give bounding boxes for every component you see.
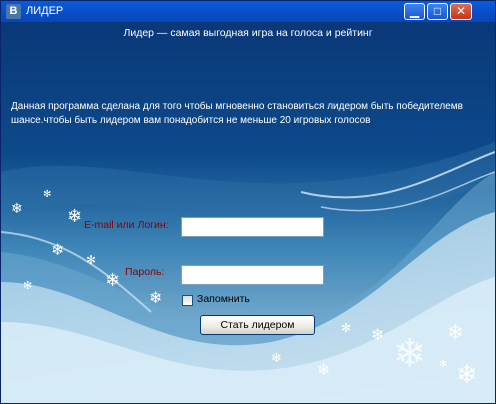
snowflake-icon: ❄ <box>271 351 282 366</box>
snowflake-icon: ❄ <box>371 325 385 344</box>
maximize-button[interactable]: □ <box>427 3 448 20</box>
app-window: В ЛИДЕР ▁ □ ✕ Лидер — самая выгодная игр… <box>0 0 496 404</box>
snowflake-icon: ❄ <box>105 270 121 291</box>
close-button[interactable]: ✕ <box>450 3 472 20</box>
snowflake-icon: ❄ <box>149 288 163 307</box>
password-label: Пароль: <box>125 266 165 278</box>
minimize-icon: ▁ <box>409 4 420 18</box>
close-icon: ✕ <box>455 4 467 18</box>
remember-checkbox[interactable] <box>182 295 193 306</box>
snowflake-icon: ✻ <box>439 359 448 370</box>
title-bar[interactable]: В ЛИДЕР ▁ □ ✕ <box>1 1 495 22</box>
snowflake-icon: ❄ <box>447 320 464 344</box>
login-label: E-mail или Логин: <box>84 219 169 231</box>
snowflake-icon: ❄ <box>456 360 478 390</box>
app-description: Данная программа сделана для того чтобы … <box>11 101 463 126</box>
snowflake-icon: ❄ <box>317 360 331 379</box>
snowflake-icon: ✻ <box>23 279 33 292</box>
snowflake-icon: ✻ <box>341 321 352 335</box>
remember-label[interactable]: Запомнить <box>197 293 250 305</box>
app-heading: Лидер — самая выгодная игра на голоса и … <box>123 27 373 39</box>
snowflake-icon: ❄ <box>11 201 23 217</box>
minimize-button[interactable]: ▁ <box>404 3 425 20</box>
snowflake-icon: ❄ <box>67 206 83 227</box>
main-panel: Лидер — самая выгодная игра на голоса и … <box>1 22 495 403</box>
vk-logo-icon: В <box>6 4 21 19</box>
window-title: ЛИДЕР <box>26 5 64 17</box>
snowflake-icon: ✻ <box>86 253 97 267</box>
login-input[interactable] <box>181 217 324 237</box>
snowflake-icon: ❄ <box>393 331 427 377</box>
maximize-icon: □ <box>433 4 442 18</box>
password-input[interactable] <box>181 265 324 285</box>
snowflake-icon: ✻ <box>43 189 52 200</box>
snowflake-icon: ❄ <box>51 240 65 259</box>
become-leader-button[interactable]: Стать лидером <box>200 315 315 335</box>
